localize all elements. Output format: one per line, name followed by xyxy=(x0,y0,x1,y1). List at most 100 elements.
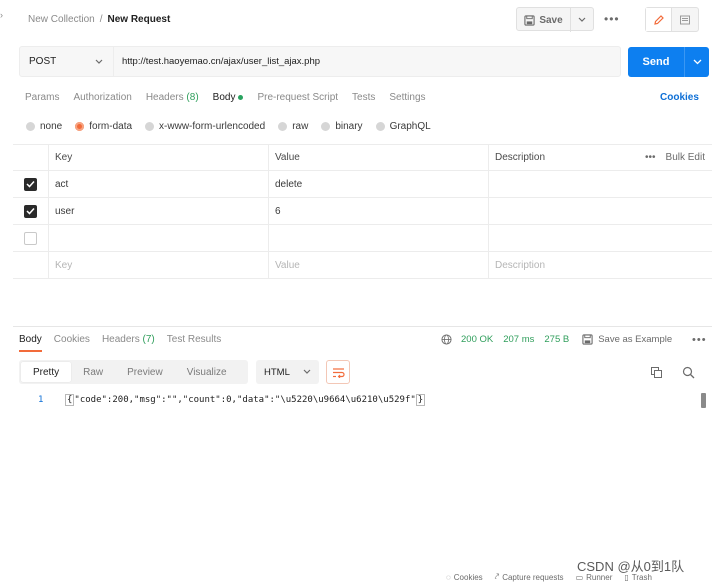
bulk-edit-button[interactable]: Bulk Edit xyxy=(666,152,705,163)
view-option-raw[interactable]: Raw xyxy=(71,362,115,382)
radio-x-www-form-urlencoded[interactable]: x-www-form-urlencoded xyxy=(145,121,265,132)
radio-none[interactable]: none xyxy=(26,121,62,132)
status-label: Trash xyxy=(631,572,652,582)
radio-label: raw xyxy=(292,121,309,132)
runner-icon: ▭ xyxy=(575,572,584,582)
table-row: user 6 xyxy=(13,198,712,225)
chevron-down-icon xyxy=(693,59,701,65)
row-key[interactable]: act xyxy=(49,171,269,197)
response-body-text: "code":200,"msg":"","count":0,"data":"\u… xyxy=(74,395,416,405)
save-group: Save xyxy=(516,7,594,32)
view-option-preview[interactable]: Preview xyxy=(115,362,175,382)
row-value-empty[interactable] xyxy=(269,225,489,251)
column-header-value: Value xyxy=(269,145,489,170)
tab-tests[interactable]: Tests xyxy=(352,92,375,103)
status-runner-button[interactable]: ▭ Runner xyxy=(576,572,613,582)
radio-raw[interactable]: raw xyxy=(278,121,308,132)
row-description-empty[interactable] xyxy=(489,225,712,251)
response-tabs: Body Cookies Headers (7) Test Results xyxy=(19,334,233,352)
documentation-mode-button[interactable] xyxy=(672,8,698,31)
radio-circle xyxy=(26,122,35,131)
globe-icon[interactable] xyxy=(441,334,452,345)
row-checkbox[interactable] xyxy=(24,177,37,191)
url-bar: POST xyxy=(19,46,621,77)
response-size[interactable]: 275 B xyxy=(544,334,569,345)
status-cookies-button[interactable]: ◌ Cookies xyxy=(446,572,483,582)
radio-circle xyxy=(145,122,155,131)
row-checkbox[interactable] xyxy=(24,204,37,218)
view-option-visualize[interactable]: Visualize xyxy=(175,362,239,382)
chevron-down-icon xyxy=(95,59,103,64)
wrap-icon xyxy=(332,367,345,378)
save-icon xyxy=(524,14,535,26)
copy-icon[interactable] xyxy=(650,366,663,382)
chevron-right-icon: › xyxy=(0,10,3,20)
radio-form-data[interactable]: form-data xyxy=(75,121,132,132)
response-tab-cookies[interactable]: Cookies xyxy=(54,334,90,352)
key-placeholder[interactable]: Key xyxy=(49,252,269,278)
description-placeholder[interactable]: Description xyxy=(489,252,712,278)
breadcrumb-current[interactable]: New Request xyxy=(107,14,170,25)
status-trash-button[interactable]: ▯ Trash xyxy=(624,572,652,582)
cookie-icon: ◌ xyxy=(446,572,451,582)
row-value[interactable]: delete xyxy=(269,171,489,197)
tab-params[interactable]: Params xyxy=(25,92,59,103)
tab-headers-count: (8) xyxy=(186,92,199,103)
column-header-description: Description ••• Bulk Edit xyxy=(489,145,712,170)
radio-binary[interactable]: binary xyxy=(321,121,363,132)
row-checkbox-cell xyxy=(13,171,49,197)
tab-authorization[interactable]: Authorization xyxy=(73,92,131,103)
tab-settings[interactable]: Settings xyxy=(389,92,425,103)
response-body[interactable]: 1 {"code":200,"msg":"","count":0,"data":… xyxy=(38,394,426,406)
breadcrumb-separator: / xyxy=(99,14,103,25)
more-actions-button[interactable]: ••• xyxy=(604,12,620,26)
view-option-pretty[interactable]: Pretty xyxy=(21,362,72,382)
save-dropdown-button[interactable] xyxy=(571,8,593,32)
send-button[interactable]: Send xyxy=(628,47,685,77)
breadcrumb-collection[interactable]: New Collection xyxy=(28,14,95,25)
tab-headers[interactable]: Headers (8) xyxy=(146,92,199,103)
chevron-down-icon xyxy=(578,17,586,22)
cookies-link[interactable]: Cookies xyxy=(660,92,699,103)
response-time[interactable]: 207 ms xyxy=(503,334,534,345)
radio-graphql[interactable]: GraphQL xyxy=(375,121,431,132)
tab-pre-request-script[interactable]: Pre-request Script xyxy=(257,92,338,103)
response-tab-body[interactable]: Body xyxy=(19,334,42,352)
row-description[interactable] xyxy=(489,171,712,197)
row-description[interactable] xyxy=(489,198,712,224)
status-label: Cookies xyxy=(453,572,483,582)
edit-mode-button[interactable] xyxy=(646,8,672,31)
more-icon[interactable]: ••• xyxy=(645,152,656,163)
row-key[interactable]: user xyxy=(49,198,269,224)
row-checkbox-cell xyxy=(13,225,49,251)
url-input[interactable] xyxy=(114,47,620,76)
wrap-lines-button[interactable] xyxy=(326,360,350,384)
save-as-example-button[interactable]: Save as Example xyxy=(582,334,672,345)
save-button[interactable]: Save xyxy=(517,8,571,32)
trash-icon: ▯ xyxy=(624,572,629,582)
scrollbar-thumb[interactable] xyxy=(701,393,706,408)
status-code[interactable]: 200 OK xyxy=(461,334,493,345)
value-placeholder[interactable]: Value xyxy=(269,252,489,278)
pane-divider[interactable] xyxy=(13,326,712,327)
send-dropdown-button[interactable] xyxy=(685,47,709,77)
status-bar: ◌ Cookies ⤤ Capture requests ▭ Runner ▯ Tras… xyxy=(446,572,664,582)
form-data-table: Key Value Description ••• Bulk Edit act … xyxy=(13,144,712,279)
table-row-placeholder: Key Value Description xyxy=(13,252,712,279)
row-key-empty[interactable] xyxy=(49,225,269,251)
format-select[interactable]: HTML xyxy=(256,360,319,384)
view-options: Pretty Raw Preview Visualize xyxy=(19,360,248,384)
row-checkbox-unchecked[interactable] xyxy=(24,231,37,245)
response-tab-test-results[interactable]: Test Results xyxy=(167,334,221,352)
response-more-button[interactable]: ••• xyxy=(692,334,707,346)
line-number: 1 xyxy=(38,395,44,405)
radio-circle xyxy=(321,122,331,131)
tab-body[interactable]: Body xyxy=(213,92,244,103)
row-checkbox-cell xyxy=(13,198,49,224)
radio-label: binary xyxy=(335,121,363,132)
search-icon[interactable] xyxy=(682,366,695,382)
status-capture-button[interactable]: ⤤ Capture requests xyxy=(495,572,564,582)
method-select[interactable]: POST xyxy=(20,47,114,76)
response-tab-headers[interactable]: Headers (7) xyxy=(102,334,155,352)
row-value[interactable]: 6 xyxy=(269,198,489,224)
